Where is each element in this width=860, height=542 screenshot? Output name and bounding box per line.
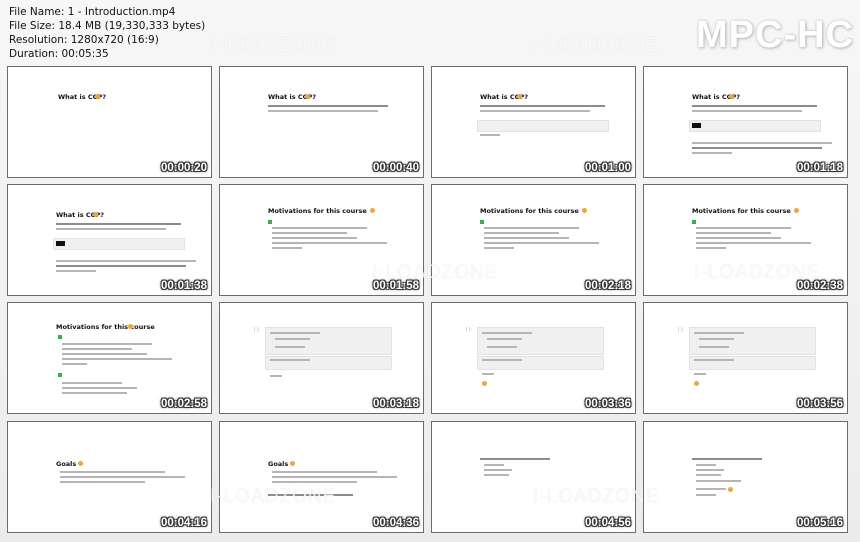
slide-title: Motivations for this course	[480, 207, 579, 215]
thumbnail[interactable]: 00:05:16	[643, 421, 848, 533]
emoji-icon	[728, 487, 733, 492]
watermark: I-LOADZONE	[533, 35, 660, 56]
duration: Duration: 00:05:35	[9, 48, 109, 60]
emoji-icon	[517, 94, 522, 99]
slide-title: Motivations for this course	[268, 207, 367, 215]
thumbnail[interactable]: 00:04:56	[431, 421, 636, 533]
resolution: Resolution: 1280x720 (16:9)	[9, 34, 159, 46]
timestamp: 00:03:18	[372, 398, 419, 410]
watermark: I-LOADZONE	[694, 262, 821, 283]
emoji-icon	[582, 208, 587, 213]
file-info: File Name: 1 - Introduction.mp4 File Siz…	[9, 5, 205, 61]
thumbnail[interactable]: Goals 00:04:16	[7, 421, 212, 533]
emoji-icon	[482, 381, 487, 386]
emoji-icon	[93, 212, 98, 217]
brand-logo: MPC-HC	[696, 14, 854, 56]
slide-title: Motivations for this course	[56, 323, 155, 331]
watermark: I-LOADZONE	[533, 486, 660, 507]
thumbnail[interactable]: [ ]: 00:03:56	[643, 302, 848, 414]
timestamp: 00:00:20	[160, 162, 207, 174]
emoji-icon	[290, 461, 295, 466]
timestamp: 00:04:56	[584, 517, 631, 529]
emoji-icon	[794, 208, 799, 213]
emoji-icon	[694, 381, 699, 386]
thumbnail[interactable]: What is CCP? 00:01:18	[643, 66, 848, 178]
file-name: File Name: 1 - Introduction.mp4	[9, 6, 176, 18]
timestamp: 00:00:40	[372, 162, 419, 174]
file-size: File Size: 18.4 MB (19,330,333 bytes)	[9, 20, 206, 32]
timestamp: 00:01:18	[796, 162, 843, 174]
watermark: I-LOADZONE	[210, 35, 337, 56]
timestamp: 00:02:18	[584, 280, 631, 292]
thumbnail[interactable]: [ ]: 00:03:18	[219, 302, 424, 414]
thumbnail-grid: What is CCP? 00:00:20 What is CCP? 00:00…	[7, 66, 855, 536]
timestamp: 00:04:36	[372, 517, 419, 529]
watermark: I-LOADZONE	[372, 262, 499, 283]
thumbnail[interactable]: Motivations for this course 00:02:58	[7, 302, 212, 414]
timestamp: 00:02:58	[160, 398, 207, 410]
timestamp: 00:04:16	[160, 517, 207, 529]
timestamp: 00:01:00	[584, 162, 631, 174]
emoji-icon	[370, 208, 375, 213]
timestamp: 00:05:16	[796, 517, 843, 529]
watermark: I-LOADZONE	[210, 486, 337, 507]
thumbnail[interactable]: Goals 00:04:36	[219, 421, 424, 533]
thumbnail[interactable]: What is CCP? 00:01:38	[7, 184, 212, 296]
emoji-icon	[305, 94, 310, 99]
slide-title: Goals	[268, 460, 289, 468]
thumbnail[interactable]: What is CCP? 00:01:00	[431, 66, 636, 178]
slide-title: Motivations for this course	[692, 207, 791, 215]
emoji-icon	[95, 94, 100, 99]
timestamp: 00:03:36	[584, 398, 631, 410]
thumbnail[interactable]: What is CCP? 00:00:40	[219, 66, 424, 178]
thumbnail[interactable]: What is CCP? 00:00:20	[7, 66, 212, 178]
timestamp: 00:01:38	[160, 280, 207, 292]
emoji-icon	[128, 324, 133, 329]
emoji-icon	[78, 461, 83, 466]
slide-title: Goals	[56, 460, 77, 468]
thumbnail[interactable]: [ ]: 00:03:36	[431, 302, 636, 414]
timestamp: 00:03:56	[796, 398, 843, 410]
emoji-icon	[729, 94, 734, 99]
